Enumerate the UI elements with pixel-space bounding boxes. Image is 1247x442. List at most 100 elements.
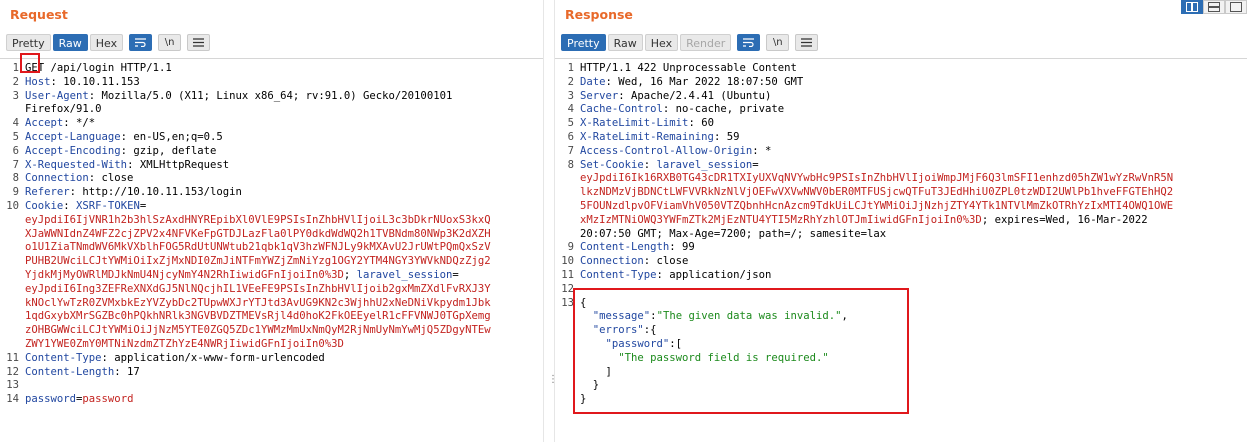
single-view-icon[interactable] <box>1225 0 1247 14</box>
line-text: HTTP/1.1 422 Unprocessable Content <box>580 62 797 76</box>
line-text: password=password <box>25 393 133 407</box>
code-token: : * <box>752 144 772 157</box>
line-number: 7 <box>567 144 574 157</box>
request-code[interactable]: 1 GET /api/login HTTP/1.1 2 Host: 10.10.11.… <box>0 59 543 442</box>
line-number: 6 <box>12 144 19 157</box>
line-text: Accept-Language: en-US,en;q=0.5 <box>25 131 223 145</box>
request-view-tabs: Pretty Raw Hex \n <box>6 34 211 51</box>
wrap-lines-icon[interactable] <box>737 34 761 51</box>
code-line: 10 Connection: close <box>555 255 1247 269</box>
line-text: Content-Length: 17 <box>25 366 140 380</box>
line-number: 3 <box>12 89 19 102</box>
wrap-lines-icon[interactable] <box>129 34 153 51</box>
code-line: 2 Host: 10.10.11.153 <box>0 76 543 90</box>
code-token: Cache-Control <box>580 103 663 116</box>
code-line: 11 Content-Type: application/x-www-form-u… <box>0 352 543 366</box>
line-text: Content-Type: application/x-www-form-url… <box>25 352 325 366</box>
code-token: Content-Type <box>25 351 102 364</box>
line-text: "errors":{ <box>580 324 657 338</box>
line-number: 8 <box>12 172 19 185</box>
response-editor[interactable]: 1 HTTP/1.1 422 Unprocessable Content 2 Date… <box>555 58 1247 442</box>
line-text: xMzIzMTNiOWQ3YWFmZTk2MjEzNTU4YTI5MzRhYzh… <box>580 214 1148 228</box>
code-token: password <box>82 393 134 406</box>
line-number: 9 <box>567 241 574 254</box>
code-token: :[ <box>669 338 683 350</box>
line-number: 8 <box>567 158 574 171</box>
tab-hex[interactable]: Hex <box>89 34 124 51</box>
line-text: X-Requested-With: XMLHttpRequest <box>25 159 229 173</box>
line-text: Firefox/91.0 <box>25 103 102 117</box>
code-token: : en-US,en;q=0.5 <box>120 131 223 143</box>
request-editor[interactable]: 1 GET /api/login HTTP/1.1 2 Host: 10.10.11.… <box>0 58 543 442</box>
line-text: 1qdGxybXMrSGZBc0hPQkhNRlk3NGVBVDZTMEVsRj… <box>25 310 491 324</box>
code-token: eyJpdiI6Ik16RXB0TG43cDR1TXIyUXVqNVYwbHc9… <box>580 172 1174 185</box>
code-line: 5 Accept-Language: en-US,en;q=0.5 <box>0 131 543 145</box>
code-token: password <box>25 393 77 406</box>
code-token: Referer <box>25 186 70 199</box>
newline-icon[interactable]: \n <box>158 34 182 51</box>
split-columns-icon[interactable] <box>1181 0 1203 14</box>
code-token: "message" <box>580 310 651 323</box>
line-text: ] <box>580 366 612 380</box>
code-token: Content-Type <box>580 269 657 281</box>
code-token: o1U1ZiaTNmdWV6MkVXblhFOG5RdUtUNWtub21qbk… <box>25 241 491 254</box>
drag-handle-icon[interactable]: ⋮ <box>548 375 558 392</box>
line-number: 10 <box>561 255 574 268</box>
code-token: : Mozilla/5.0 (X11; Linux x86_64; rv:91.… <box>88 89 453 102</box>
code-token: User-Agent <box>25 89 89 102</box>
line-text: Access-Control-Allow-Origin: * <box>580 145 771 159</box>
code-token: ] <box>580 365 612 378</box>
code-line: } <box>555 393 1247 407</box>
line-text: XJaWWNIdnZ4WFZ2cjZPV2x4NFVKeFpGTDJLazFla… <box>25 228 491 242</box>
code-line: 11 Content-Type: application/json <box>555 269 1247 283</box>
code-token: = <box>139 200 147 212</box>
tab-pretty[interactable]: Pretty <box>6 34 51 51</box>
line-text: } <box>580 379 599 393</box>
menu-icon[interactable] <box>187 34 211 51</box>
newline-icon[interactable]: \n <box>766 34 790 51</box>
code-token: : Wed, 16 Mar 2022 18:07:50 GMT <box>605 75 804 88</box>
code-token: Accept-Language <box>25 131 121 143</box>
code-line: 13 { <box>555 297 1247 311</box>
code-token: 20:07:50 GMT; Max-Age=7200; path=/; same… <box>580 227 887 240</box>
line-text: o1U1ZiaTNmdWV6MkVXblhFOG5RdUtUNWtub21qbk… <box>25 241 491 255</box>
line-text: Connection: close <box>25 172 133 186</box>
line-text: Content-Type: application/json <box>580 269 771 283</box>
line-number: 5 <box>12 131 19 143</box>
line-text: GET /api/login HTTP/1.1 <box>25 62 172 76</box>
line-text: lkzNDMzVjBDNCtLWFVVRkNzNlVjOEFwVXVwNWV0b… <box>580 186 1173 200</box>
line-text: Accept: */* <box>25 117 95 131</box>
code-line: "The password field is required." <box>555 352 1247 366</box>
line-text: } <box>580 393 586 407</box>
tab-raw[interactable]: Raw <box>607 34 643 51</box>
tab-hex[interactable]: Hex <box>644 34 679 51</box>
response-pane: Response Pretty Raw Hex Render \n 1 HTTP/… <box>555 0 1247 442</box>
code-line: 10 Cookie: XSRF-TOKEN= <box>0 200 543 214</box>
code-token: Server <box>580 89 619 102</box>
code-token: /api/login HTTP/1.1 <box>44 62 172 74</box>
code-token: XSRF-TOKEN <box>76 200 140 212</box>
code-line: 8 Set-Cookie: laravel_session= <box>555 159 1247 173</box>
line-text: Set-Cookie: laravel_session= <box>580 159 759 173</box>
menu-icon[interactable] <box>795 34 819 51</box>
tab-pretty[interactable]: Pretty <box>561 34 606 51</box>
tab-raw[interactable]: Raw <box>52 34 88 51</box>
code-line: lkzNDMzVjBDNCtLWFVVRkNzNlVjOEFwVXVwNWV0b… <box>555 186 1247 200</box>
code-line: "password":[ <box>555 338 1247 352</box>
code-token: GET <box>25 62 45 74</box>
split-rows-icon[interactable] <box>1203 0 1225 14</box>
response-code[interactable]: 1 HTTP/1.1 422 Unprocessable Content 2 Date… <box>555 59 1247 442</box>
code-token: : close <box>88 172 134 185</box>
line-number: 1 <box>567 62 574 74</box>
line-text: eyJpdiI6IjVNR1h2b3hlSzAxdHNYREpibXl0VlE9… <box>25 214 491 228</box>
code-line: "message":"The given data was invalid.", <box>555 310 1247 324</box>
line-number: 6 <box>567 131 574 143</box>
request-pane: Request Pretty Raw Hex \n 1 GET /api/logi… <box>0 0 543 442</box>
code-line: 1 HTTP/1.1 422 Unprocessable Content <box>555 62 1247 76</box>
code-line: 12 <box>555 283 1247 297</box>
code-token: Accept <box>25 117 64 130</box>
code-line: zOHBGWWciLCJtYWMiOiJjNzM5YTE0ZGQ5ZDc1YWM… <box>0 324 543 338</box>
code-token: "The given data was invalid." <box>656 310 842 323</box>
code-token: Firefox/91.0 <box>25 103 102 116</box>
line-text: PUHB2UWciLCJtYWMiOiIxZjMxNDI0ZmJiNTFmYWZ… <box>25 255 491 269</box>
